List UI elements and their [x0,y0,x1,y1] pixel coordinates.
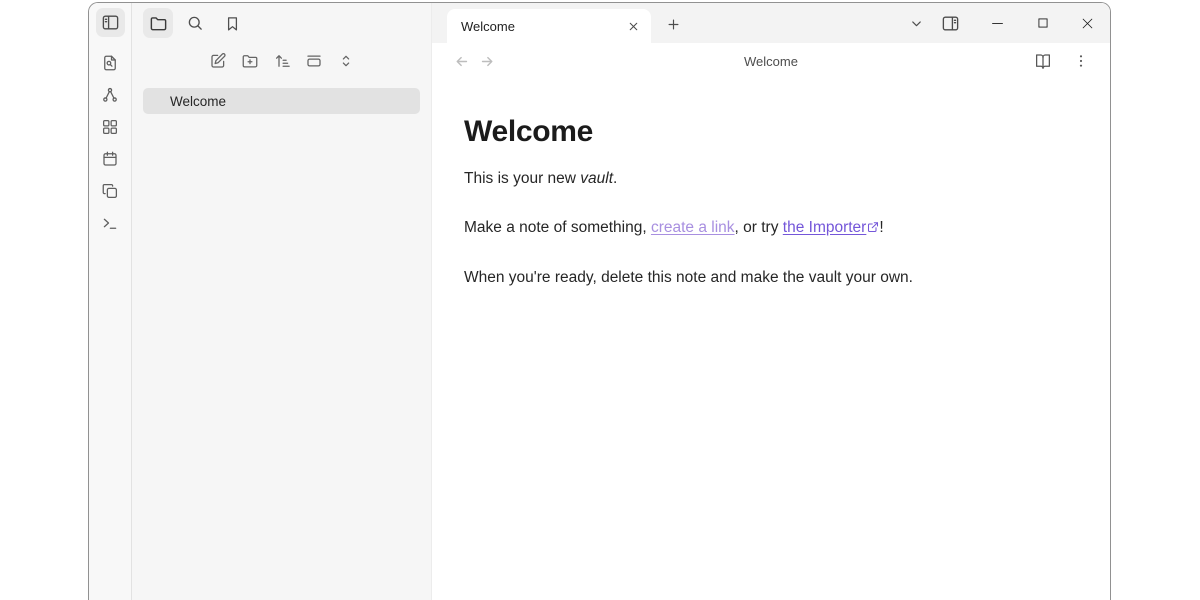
x-icon [627,20,640,33]
main-pane: Welcome [432,3,1110,600]
close-icon [1080,16,1095,31]
ellipsis-vertical-icon [1073,53,1089,69]
tab-list-button[interactable] [901,8,931,38]
terminal-icon [101,214,119,232]
graph-icon [101,86,119,104]
italic-text: vault [580,170,613,187]
layout-grid-icon [101,118,119,136]
navigate-back-button[interactable] [448,48,474,74]
file-list: Welcome [132,88,431,114]
file-search-icon [101,54,119,72]
folder-plus-icon [241,52,259,70]
book-open-icon [1034,52,1052,70]
note-paragraph-3: When you're ready, delete this note and … [464,268,1070,288]
panel-left-icon [101,13,120,32]
files-tab[interactable] [143,8,173,38]
arrow-left-icon [453,53,470,70]
expand-collapse-all-button[interactable] [334,49,358,73]
bookmark-icon [224,15,241,32]
maximize-button[interactable] [1020,3,1065,43]
paragraph-text: This is your new [464,170,580,187]
copy-icon [101,182,119,200]
view-header-actions [1030,48,1094,74]
ribbon-actions [98,51,122,235]
sort-order-button[interactable] [270,49,294,73]
obsidian-window: Welcome Welcome [88,2,1111,600]
square-pen-icon [209,52,227,70]
close-tab-button[interactable] [621,14,645,38]
external-link-icon [867,219,879,239]
arrow-right-icon [479,53,496,70]
plus-icon [666,17,681,32]
chevron-down-icon [909,16,924,31]
explorer-toolbar [132,49,431,77]
navigate-forward-button[interactable] [474,48,500,74]
paragraph-text: , or try [735,219,783,236]
quick-switcher-button[interactable] [98,51,122,75]
minimize-button[interactable] [975,3,1020,43]
tab-title: Welcome [461,19,621,34]
more-options-button[interactable] [1068,48,1094,74]
panel-right-icon [941,14,960,33]
note-paragraph-1: This is your new vault. [464,169,1070,189]
new-folder-button[interactable] [238,49,262,73]
reading-mode-button[interactable] [1030,48,1056,74]
insert-template-button[interactable] [98,179,122,203]
search-icon [186,14,204,32]
new-tab-button[interactable] [659,10,687,38]
view-title: Welcome [432,54,1110,69]
minimize-icon [990,16,1005,31]
the-importer-external-link[interactable]: the Importer [783,219,867,236]
daily-note-button[interactable] [98,147,122,171]
file-item-label: Welcome [170,94,226,109]
chevrons-up-down-icon [337,52,355,70]
note-content: Welcome This is your new vault. Make a n… [432,79,1110,317]
folder-icon [149,14,168,33]
arrow-up-narrow-wide-icon [273,52,291,70]
paragraph-text: ! [879,219,883,236]
view-header: Welcome [432,43,1110,79]
toggle-right-sidebar-button[interactable] [935,8,965,38]
maximize-icon [1036,16,1050,30]
new-note-button[interactable] [206,49,230,73]
panel-top-button[interactable] [302,49,326,73]
create-a-link-internal-link[interactable]: create a link [651,219,735,236]
line-over-rect-icon [305,52,323,70]
command-palette-button[interactable] [98,211,122,235]
left-ribbon [89,3,132,600]
titlebar-right-controls [901,3,1110,43]
graph-view-button[interactable] [98,83,122,107]
sidebar-tab-switcher [132,3,431,43]
new-canvas-button[interactable] [98,115,122,139]
bookmarks-tab[interactable] [217,8,247,38]
search-tab[interactable] [180,8,210,38]
calendar-icon [101,150,119,168]
file-item-welcome[interactable]: Welcome [143,88,420,114]
paragraph-text: Make a note of something, [464,219,651,236]
tab-bar: Welcome [432,3,1110,43]
paragraph-text: . [613,170,617,187]
note-heading: Welcome [464,115,1070,149]
note-paragraph-2: Make a note of something, create a link,… [464,218,1070,239]
close-window-button[interactable] [1065,3,1110,43]
tab-welcome[interactable]: Welcome [447,9,651,43]
file-explorer-sidebar: Welcome [132,3,432,600]
toggle-left-sidebar-button[interactable] [96,8,125,37]
